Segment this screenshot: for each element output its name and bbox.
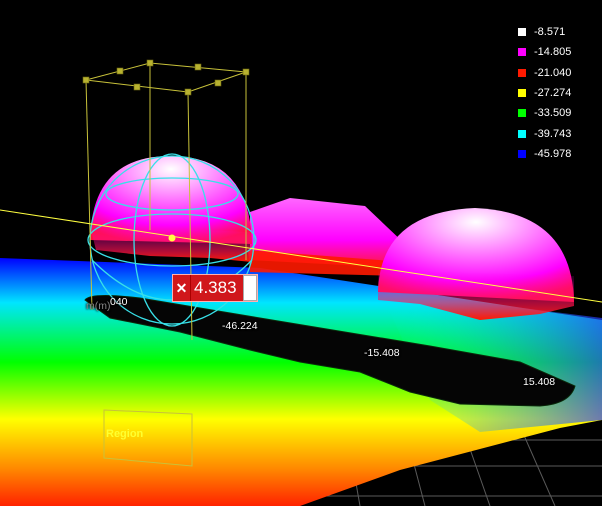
color-legend: -8.571 -14.805 -21.040 -27.274 -33.509 -39.74… (518, 22, 588, 164)
legend-item: -27.274 (518, 83, 588, 103)
dome-object-left (90, 156, 252, 262)
legend-label: -39.743 (534, 127, 572, 140)
legend-item: -14.805 (518, 42, 588, 62)
legend-item: -33.509 (518, 103, 588, 123)
legend-swatch (518, 149, 526, 158)
legend-label: -21.040 (534, 66, 572, 79)
legend-swatch (518, 48, 526, 57)
legend-label: -8.571 (534, 26, 566, 39)
legend-swatch (518, 109, 526, 118)
measurement-value[interactable]: 4.383 (190, 275, 243, 301)
legend-swatch (518, 28, 526, 37)
legend-swatch (518, 68, 526, 77)
legend-item: -21.040 (518, 63, 588, 83)
close-icon[interactable]: ✕ (173, 275, 190, 301)
measurement-input[interactable]: ✕ 4.383 (173, 275, 257, 301)
legend-label: -45.978 (534, 147, 572, 160)
axis-tick-a: -46.224 (222, 320, 258, 332)
value-cursor[interactable] (242, 275, 257, 301)
legend-label: -33.509 (534, 107, 572, 120)
axis-tick-b: -15.408 (364, 347, 400, 359)
axis-tick-040: 040 (110, 296, 128, 308)
legend-swatch (518, 89, 526, 98)
legend-label: -27.274 (534, 87, 572, 100)
region-label: Region (106, 428, 144, 440)
legend-swatch (518, 129, 526, 138)
legend-label: -14.805 (534, 46, 572, 59)
legend-item: -45.978 (518, 144, 588, 164)
axis-unit-label: m(m) (86, 300, 111, 312)
legend-item: -8.571 (518, 22, 588, 42)
axis-tick-c: 15.408 (523, 376, 556, 388)
legend-item: -39.743 (518, 123, 588, 143)
3d-viewport[interactable] (0, 0, 602, 506)
reference-point[interactable] (168, 234, 176, 242)
